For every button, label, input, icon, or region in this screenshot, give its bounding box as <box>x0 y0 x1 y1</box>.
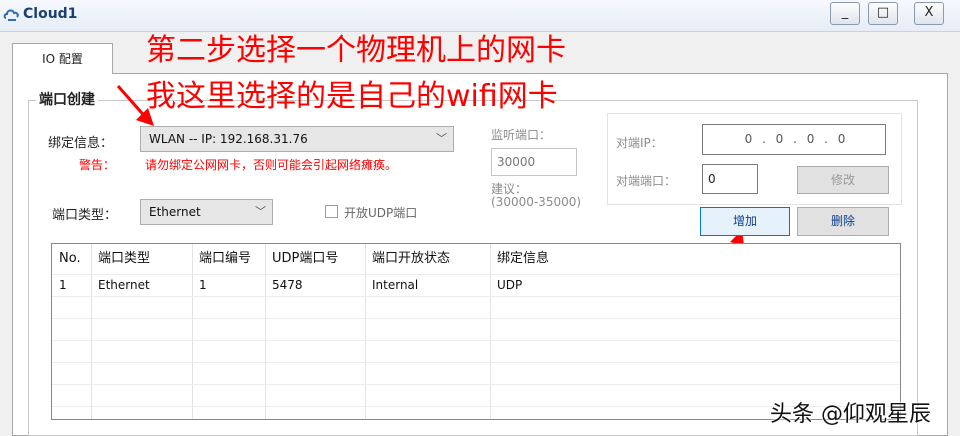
port-mapping-table[interactable]: No. 端口类型 端口编号 UDP端口号 端口开放状态 绑定信息 1 Ether… <box>51 243 901 420</box>
add-button[interactable]: 增加 <box>700 207 790 236</box>
row-divider <box>52 384 900 385</box>
cell-no: 1 <box>59 278 67 292</box>
watermark-text: 头条 @仰观星辰 <box>770 402 931 427</box>
binding-info-label: 绑定信息： <box>48 136 114 151</box>
column-header-binding-info[interactable]: 绑定信息 <box>490 244 549 274</box>
column-header-port-type[interactable]: 端口类型 <box>91 244 150 274</box>
maximize-button[interactable]: □ <box>868 2 898 25</box>
column-header-open-status[interactable]: 端口开放状态 <box>365 244 450 274</box>
peer-ip-label: 对端IP： <box>616 136 663 150</box>
binding-info-value: WLAN -- IP: 192.168.31.76 <box>149 132 308 146</box>
peer-ip-input[interactable]: 0 . 0 . 0 . 0 <box>702 124 886 155</box>
column-header-port-number[interactable]: 端口编号 <box>192 244 251 274</box>
udp-port-checkbox[interactable] <box>325 205 338 218</box>
chevron-down-icon: ﹀ <box>255 205 266 218</box>
cell-port-number: 1 <box>199 278 207 292</box>
udp-port-checkbox-label: 开放UDP端口 <box>344 206 418 220</box>
suggest-range: (30000-35000) <box>491 195 582 209</box>
chevron-down-icon: ﹀ <box>436 132 447 145</box>
binding-info-select[interactable]: WLAN -- IP: 192.168.31.76 ﹀ <box>140 126 454 152</box>
listen-port-label: 监听端口： <box>491 128 552 142</box>
row-divider <box>52 362 900 363</box>
column-header-no[interactable]: No. <box>52 244 81 274</box>
warning-text: 请勿绑定公网网卡，否则可能会引起网络瘫痪。 <box>145 158 398 172</box>
listen-port-input[interactable]: 30000 <box>491 148 577 176</box>
port-type-value: Ethernet <box>149 205 201 219</box>
peer-port-label: 对端端口： <box>616 174 677 188</box>
table-row[interactable]: 1 Ethernet 1 5478 Internal UDP <box>52 274 900 296</box>
row-divider <box>52 340 900 341</box>
column-header-udp-port[interactable]: UDP端口号 <box>265 244 338 274</box>
title-bar <box>0 0 960 32</box>
minimize-button[interactable]: _ <box>830 2 860 25</box>
cloud-app-icon <box>3 9 19 21</box>
port-type-label: 端口类型： <box>52 208 118 223</box>
close-button[interactable]: X <box>914 2 944 25</box>
port-create-title: 端口创建 <box>36 89 98 109</box>
cell-binding-info: UDP <box>497 278 523 292</box>
annotation-arrow-icon <box>116 85 154 126</box>
delete-button[interactable]: 删除 <box>797 207 889 236</box>
cell-udp-port: 5478 <box>272 278 303 292</box>
annotation-line-1: 第二步选择一个物理机上的网卡 <box>146 33 566 68</box>
cell-open-status: Internal <box>372 278 419 292</box>
modify-button[interactable]: 修改 <box>797 166 889 194</box>
tab-io-config[interactable]: IO 配置 <box>12 43 113 74</box>
port-type-select[interactable]: Ethernet ﹀ <box>140 199 273 225</box>
window-title: Cloud1 <box>23 6 78 22</box>
cell-port-type: Ethernet <box>98 278 150 292</box>
annotation-line-2: 我这里选择的是自己的wifi网卡 <box>146 79 558 114</box>
row-divider <box>52 318 900 319</box>
warning-label: 警告： <box>79 158 116 172</box>
peer-port-input[interactable]: 0 <box>702 164 758 194</box>
row-divider <box>52 296 900 297</box>
